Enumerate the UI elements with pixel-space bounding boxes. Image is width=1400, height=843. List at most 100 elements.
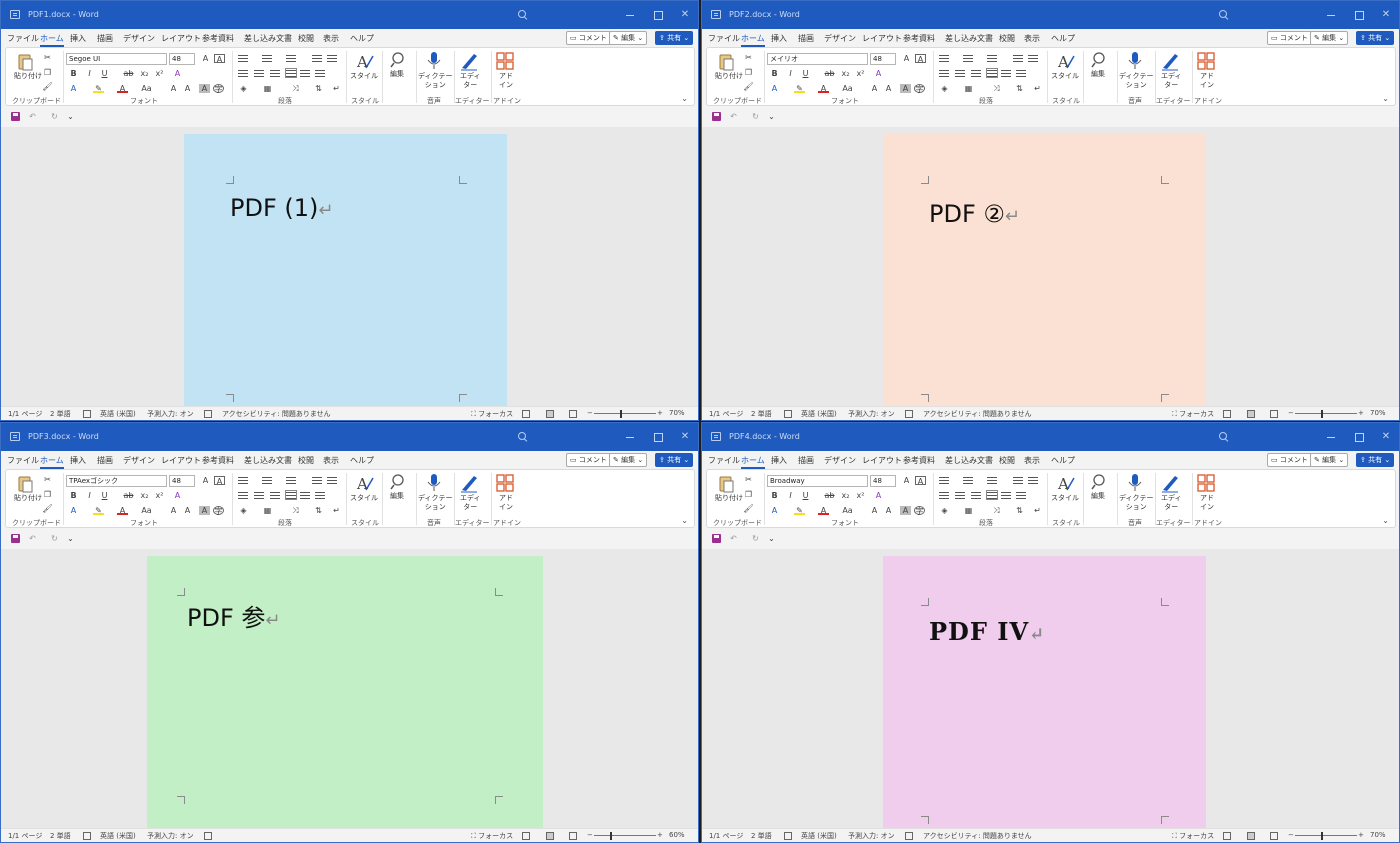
text-effects-icon[interactable]: A: [873, 491, 884, 500]
align-right-icon[interactable]: [971, 69, 981, 77]
undo-icon[interactable]: ↶: [728, 112, 739, 121]
editing-mode-button[interactable]: ✎ 編集 ⌄: [609, 453, 648, 467]
status-page[interactable]: 1/1 ページ: [8, 409, 42, 419]
superscript-icon[interactable]: x²: [855, 491, 866, 500]
increase-indent-icon[interactable]: [1028, 476, 1038, 484]
text-direction-icon[interactable]: ⤨: [991, 84, 1002, 93]
tab-draw[interactable]: 描画: [798, 455, 814, 466]
superscript-icon[interactable]: x²: [154, 491, 165, 500]
customize-qat-icon[interactable]: ⌄: [65, 112, 76, 121]
proofing-icon[interactable]: [83, 832, 91, 840]
distributed-icon[interactable]: [300, 69, 310, 77]
tab-review[interactable]: 校閲: [298, 455, 314, 466]
zoom-slider[interactable]: [1295, 835, 1357, 836]
zoom-slider-thumb[interactable]: [1321, 832, 1323, 840]
align-left-icon[interactable]: [238, 491, 248, 499]
subscript-icon[interactable]: x₂: [840, 491, 851, 500]
subscript-icon[interactable]: x₂: [139, 69, 150, 78]
font-size-box[interactable]: 48: [169, 475, 195, 487]
paste-icon[interactable]: [717, 52, 737, 72]
clear-format-icon[interactable]: A: [915, 476, 926, 486]
status-ime[interactable]: 予測入力: オン: [848, 831, 895, 841]
search-icon[interactable]: [517, 431, 529, 443]
shrink-icon[interactable]: A: [182, 506, 193, 515]
copy-icon[interactable]: ❐: [743, 490, 754, 499]
addins-icon[interactable]: [495, 473, 515, 493]
zoom-out-button[interactable]: −: [1288, 831, 1294, 839]
search-icon[interactable]: [1218, 431, 1230, 443]
sort-icon[interactable]: ⇅: [313, 84, 324, 93]
bold-icon[interactable]: B: [769, 491, 780, 500]
maximize-button[interactable]: [651, 8, 665, 22]
strikethrough-icon[interactable]: ab: [824, 491, 835, 500]
document-canvas[interactable]: PDF IV↵: [702, 549, 1399, 830]
copy-icon[interactable]: ❐: [743, 68, 754, 77]
read-mode-icon[interactable]: [522, 410, 530, 418]
close-button[interactable]: ✕: [1379, 8, 1393, 22]
text-predictions-icon[interactable]: [905, 410, 913, 418]
share-button[interactable]: ⇪ 共有 ⌄: [1356, 453, 1395, 467]
share-button[interactable]: ⇪ 共有 ⌄: [1356, 31, 1395, 45]
grow-icon[interactable]: A: [168, 506, 179, 515]
zoom-slider[interactable]: [1295, 413, 1357, 414]
maximize-button[interactable]: [651, 430, 665, 444]
cut-icon[interactable]: ✂: [743, 53, 754, 62]
zoom-out-button[interactable]: −: [1288, 409, 1294, 417]
tab-help[interactable]: ヘルプ: [350, 33, 374, 44]
format-painter-icon[interactable]: 🖌: [42, 82, 53, 91]
grow-font-icon[interactable]: A: [901, 54, 912, 63]
strikethrough-icon[interactable]: ab: [824, 69, 835, 78]
tab-home[interactable]: ホーム: [40, 455, 64, 469]
superscript-icon[interactable]: x²: [154, 69, 165, 78]
change-case-icon[interactable]: Aa: [141, 84, 152, 93]
decrease-indent-icon[interactable]: [1013, 476, 1023, 484]
line-spacing-icon[interactable]: [1016, 69, 1026, 77]
status-language[interactable]: 英語 (米国): [801, 831, 837, 841]
increase-indent-icon[interactable]: [327, 476, 337, 484]
comment-button[interactable]: ▭ コメント: [566, 453, 611, 467]
tab-design[interactable]: デザイン: [824, 455, 856, 466]
tab-insert[interactable]: 挿入: [70, 455, 86, 466]
grow-font-icon[interactable]: A: [200, 54, 211, 63]
document-page[interactable]: PDF (1)↵: [184, 134, 507, 408]
redo-icon[interactable]: ↻: [750, 112, 761, 121]
sort-icon[interactable]: ⇅: [1014, 506, 1025, 515]
change-case-icon[interactable]: Aa: [842, 84, 853, 93]
align-center-icon[interactable]: [254, 69, 264, 77]
text-direction-icon[interactable]: ⤨: [290, 506, 301, 515]
status-ime[interactable]: 予測入力: オン: [848, 409, 895, 419]
clear-format-icon[interactable]: A: [915, 54, 926, 64]
shading-icon[interactable]: ◈: [238, 506, 249, 515]
tab-design[interactable]: デザイン: [824, 33, 856, 44]
zoom-out-button[interactable]: −: [587, 409, 593, 417]
strikethrough-icon[interactable]: ab: [123, 491, 134, 500]
status-ime[interactable]: 予測入力: オン: [147, 409, 194, 419]
borders-icon[interactable]: ▦: [262, 506, 273, 515]
align-center-icon[interactable]: [955, 69, 965, 77]
collapse-ribbon-icon[interactable]: ⌄: [1382, 94, 1389, 103]
save-icon[interactable]: [712, 112, 721, 121]
search-icon[interactable]: [1218, 9, 1230, 21]
document-text[interactable]: PDF ②↵: [929, 200, 1020, 228]
enclose-char-icon[interactable]: 字: [213, 506, 224, 516]
web-layout-icon[interactable]: [1270, 410, 1278, 418]
tab-view[interactable]: 表示: [323, 33, 339, 44]
shrink-icon[interactable]: A: [182, 84, 193, 93]
styles-icon[interactable]: A: [355, 52, 375, 72]
align-left-icon[interactable]: [238, 69, 248, 77]
numbering-icon[interactable]: [963, 476, 973, 484]
proofing-icon[interactable]: [83, 410, 91, 418]
cut-icon[interactable]: ✂: [743, 475, 754, 484]
underline-icon[interactable]: U: [800, 69, 811, 78]
char-shading-icon[interactable]: A: [900, 506, 911, 515]
font-size-box[interactable]: 48: [870, 475, 896, 487]
find-icon[interactable]: [389, 472, 409, 492]
save-icon[interactable]: [11, 534, 20, 543]
tab-home[interactable]: ホーム: [741, 455, 765, 469]
shading-icon[interactable]: ◈: [939, 84, 950, 93]
align-left-icon[interactable]: [939, 491, 949, 499]
tab-help[interactable]: ヘルプ: [1051, 33, 1075, 44]
paste-icon[interactable]: [717, 474, 737, 494]
font-color-icon[interactable]: A: [117, 506, 128, 515]
addins-icon[interactable]: [1196, 473, 1216, 493]
